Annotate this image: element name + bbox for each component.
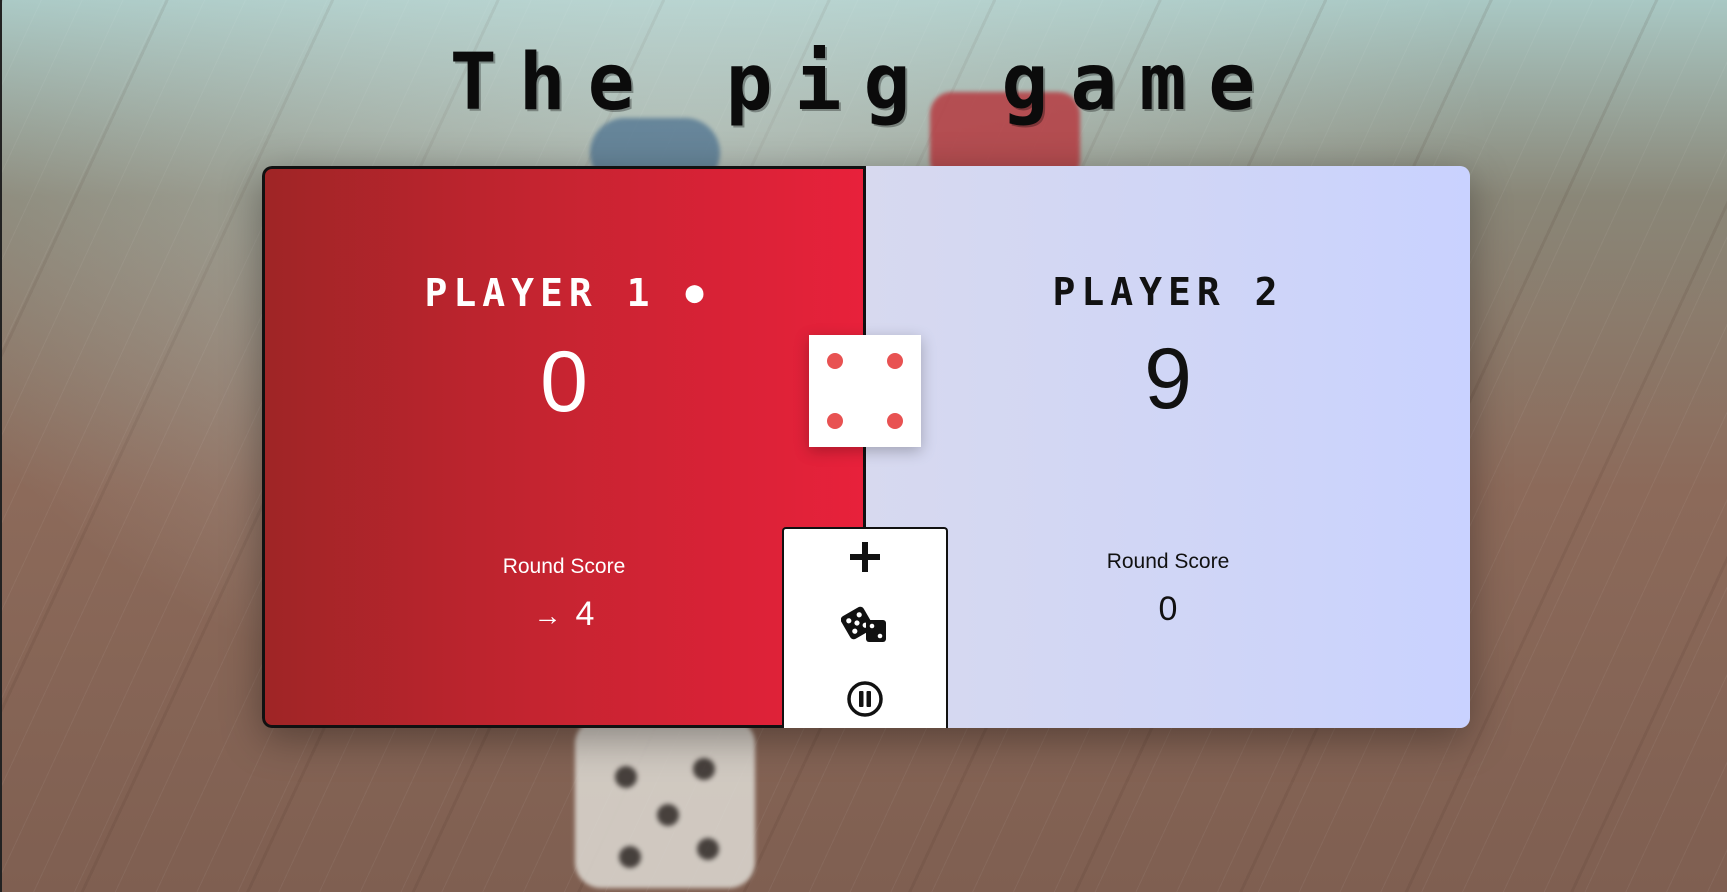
player-1-name: PLAYER 1: [424, 271, 656, 315]
player-1-name-row: PLAYER 1 ●: [265, 271, 863, 315]
player-2-total-score: 9: [1144, 331, 1192, 427]
plus-icon: [850, 542, 880, 572]
roll-dice-button[interactable]: [784, 597, 946, 653]
dice-pip: [827, 353, 843, 369]
background-white-die: [575, 718, 755, 888]
player-1-panel: PLAYER 1 ● 0 Round Score → 4: [262, 166, 866, 728]
dice-icon: [841, 606, 886, 642]
player-2-panel: PLAYER 2 9 Round Score 0: [866, 166, 1470, 728]
arrow-right-icon: →: [533, 600, 562, 631]
dice-pip: [827, 413, 843, 429]
hold-button[interactable]: [784, 671, 946, 727]
player-2-round-score-label: Round Score: [1106, 550, 1230, 573]
window-edge: [0, 0, 2, 892]
player-1-total-score: 0: [540, 334, 588, 430]
player-1-round-score-row: → 4: [265, 595, 863, 634]
player-1-round-score: 4: [575, 595, 595, 633]
page-title: The pig game: [449, 38, 1278, 128]
dice-pip: [887, 353, 903, 369]
dice-face-four: [809, 335, 921, 447]
player-2-name: PLAYER 2: [1052, 270, 1284, 314]
player-1-round-score-label: Round Score: [502, 555, 626, 578]
new-game-button[interactable]: [784, 529, 946, 585]
game-controls: [782, 527, 948, 728]
dice-pip: [887, 413, 903, 429]
active-player-indicator-icon: ●: [685, 275, 704, 310]
pause-circle-icon: [847, 681, 883, 717]
player-2-round-score: 0: [1158, 590, 1178, 628]
